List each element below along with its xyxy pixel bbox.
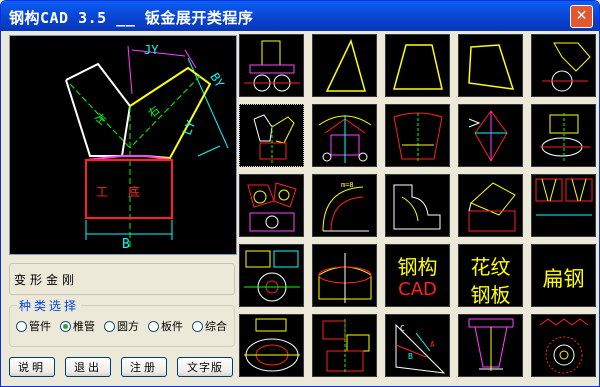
spring-flange-icon xyxy=(539,318,589,374)
flange-icon xyxy=(244,250,300,302)
thumb-square-cone[interactable] xyxy=(531,174,596,237)
radio-cone[interactable]: 椎管 xyxy=(60,318,95,334)
diamond-icon xyxy=(468,110,508,163)
exit-button[interactable]: 退出 xyxy=(65,357,111,377)
radio-dot[interactable] xyxy=(148,321,159,332)
dim-by-label: BY xyxy=(207,71,227,91)
radio-dot[interactable] xyxy=(16,321,27,332)
shape-gallery: m=8 钢构 CAD 花纹 钢板 扁钢 C A B xyxy=(239,34,597,384)
dim-jy-label: JY xyxy=(144,43,159,57)
pipe-joint-icon xyxy=(247,182,297,232)
reducer-icon xyxy=(468,318,514,371)
pipe-tee-icon xyxy=(244,40,300,92)
thumb-pipe-joint[interactable] xyxy=(239,174,304,237)
close-button[interactable]: ✕ xyxy=(570,5,593,28)
checker-plate-line2: 钢板 xyxy=(470,283,511,307)
thumb-quad[interactable] xyxy=(458,34,523,97)
category-group: 种类选择 管件 椎管 圆方 板件 综合 xyxy=(9,297,235,347)
radio-composite[interactable]: 综合 xyxy=(192,318,227,334)
thumb-cone-section[interactable] xyxy=(385,104,450,167)
category-legend: 种类选择 xyxy=(17,297,82,314)
thumb-transformer[interactable] xyxy=(239,104,304,167)
steel-cad-line2: CAD xyxy=(398,279,437,300)
elbow-icon xyxy=(542,42,591,92)
thumb-triangle-abc[interactable]: C A B xyxy=(385,314,450,377)
thumb-oval-pipe[interactable] xyxy=(531,104,596,167)
checker-plate-line1: 花纹 xyxy=(470,255,511,279)
window-title: 钢构CAD 3.5 __ 钣金展开类程序 xyxy=(9,9,254,27)
bend-icon xyxy=(393,184,441,230)
triangle-abc-icon: C A B xyxy=(395,323,446,374)
layout-icon xyxy=(318,115,372,163)
cone-section-icon xyxy=(393,112,443,161)
square-cone-icon xyxy=(535,178,593,216)
radio-dot-selected[interactable] xyxy=(60,321,71,332)
thumb-flange[interactable] xyxy=(239,244,304,307)
triangle-icon xyxy=(325,38,366,92)
hopper-icon xyxy=(468,182,516,232)
trapezoid-icon xyxy=(393,44,443,90)
svg-text:C: C xyxy=(400,324,405,333)
thumb-hopper[interactable] xyxy=(458,174,523,237)
spiral-icon: m=8 xyxy=(322,181,369,232)
thumb-box-branch[interactable] xyxy=(312,314,377,377)
thumb-pipe-tee[interactable] xyxy=(239,34,304,97)
flat-steel-label: 扁钢 xyxy=(542,267,585,291)
component-name: 变形金刚 xyxy=(14,273,79,287)
transformer-drawing: JY BY LY B 左 右 工 底 xyxy=(65,43,229,252)
radio-plate[interactable]: 板件 xyxy=(148,318,183,334)
quad-icon xyxy=(468,44,515,90)
thumb-steel-cad[interactable]: 钢构 CAD xyxy=(385,244,450,307)
radio-round-square[interactable]: 圆方 xyxy=(104,318,139,334)
thumb-spring-flange[interactable] xyxy=(531,314,596,377)
svg-text:m=8: m=8 xyxy=(341,181,354,189)
ellipse-head-icon xyxy=(244,318,300,372)
radio-dot[interactable] xyxy=(192,321,203,332)
radio-pipe[interactable]: 管件 xyxy=(16,318,51,334)
text-version-button[interactable]: 文字版 xyxy=(177,357,233,377)
steel-cad-line1: 钢构 xyxy=(397,255,438,279)
oval-pipe-icon xyxy=(540,113,590,161)
thumb-diamond[interactable] xyxy=(458,104,523,167)
svg-text:B: B xyxy=(408,352,413,361)
left-label: 左 xyxy=(92,110,109,127)
thumb-triangle[interactable] xyxy=(312,34,377,97)
thumb-transformer-layout[interactable] xyxy=(312,104,377,167)
radio-dot[interactable] xyxy=(104,321,115,332)
thumb-ellipse-head[interactable] xyxy=(239,314,304,377)
component-name-box: 变形金刚 xyxy=(9,263,235,295)
help-button[interactable]: 说明 xyxy=(9,357,55,377)
thumb-flat-steel[interactable]: 扁钢 xyxy=(531,244,596,307)
thumb-reducer[interactable] xyxy=(458,314,523,377)
thumb-spiral[interactable]: m=8 xyxy=(312,174,377,237)
shape-preview: JY BY LY B 左 右 工 底 xyxy=(9,35,237,255)
thumb-trapezoid[interactable] xyxy=(385,34,450,97)
transformer-icon xyxy=(253,114,295,163)
tank-icon xyxy=(318,253,372,303)
box-branch-icon xyxy=(322,319,370,373)
thumb-checker-plate[interactable]: 花纹 钢板 xyxy=(458,244,523,307)
thumb-bend[interactable] xyxy=(385,174,450,237)
register-button[interactable]: 注册 xyxy=(121,357,167,377)
dim-b-label: B xyxy=(122,237,130,252)
body-label: 工 底 xyxy=(96,184,148,199)
thumb-tank[interactable] xyxy=(312,244,377,307)
thumb-elbow[interactable] xyxy=(531,34,596,97)
title-bar[interactable]: 钢构CAD 3.5 __ 钣金展开类程序 ✕ xyxy=(1,1,599,31)
svg-text:A: A xyxy=(430,340,435,349)
main-window: 钢构CAD 3.5 __ 钣金展开类程序 ✕ JY BY LY B 左 右 工 … xyxy=(0,0,600,387)
